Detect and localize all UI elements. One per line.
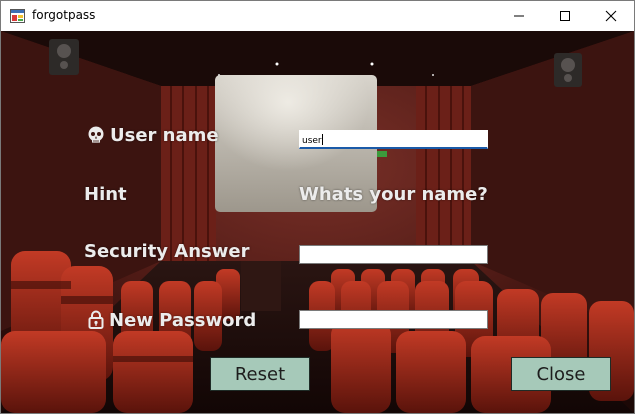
security-answer-label: Security Answer: [84, 241, 250, 262]
title-bar[interactable]: forgotpass: [1, 1, 634, 31]
cinema-background-image: [1, 31, 634, 413]
lock-icon: [88, 310, 104, 329]
text-caret: [321, 134, 323, 145]
new-password-input[interactable]: [299, 310, 488, 329]
close-window-button[interactable]: [588, 1, 634, 31]
hint-label: Hint: [84, 184, 127, 205]
close-button[interactable]: Close: [511, 357, 611, 391]
new-password-label-text: New Password: [109, 310, 257, 331]
security-answer-input[interactable]: [299, 245, 488, 264]
minimize-icon: [514, 15, 524, 17]
new-password-label: New Password: [88, 310, 256, 331]
username-input[interactable]: user: [299, 130, 488, 149]
minimize-button[interactable]: [496, 1, 542, 31]
maximize-icon: [560, 11, 570, 21]
username-input-value: user: [302, 136, 322, 146]
maximize-button[interactable]: [542, 1, 588, 31]
forgot-password-window: forgotpass User name user Hint Whats you…: [0, 0, 635, 414]
reset-button[interactable]: Reset: [210, 357, 310, 391]
username-label: User name: [87, 125, 219, 146]
app-icon: [10, 9, 25, 23]
close-icon: [605, 10, 617, 22]
username-label-text: User name: [110, 125, 219, 146]
form-client-area: User name user Hint Whats your name? Sec…: [1, 31, 634, 413]
user-skull-icon: [88, 126, 104, 143]
hint-value: Whats your name?: [299, 184, 488, 205]
window-title: forgotpass: [32, 8, 96, 22]
